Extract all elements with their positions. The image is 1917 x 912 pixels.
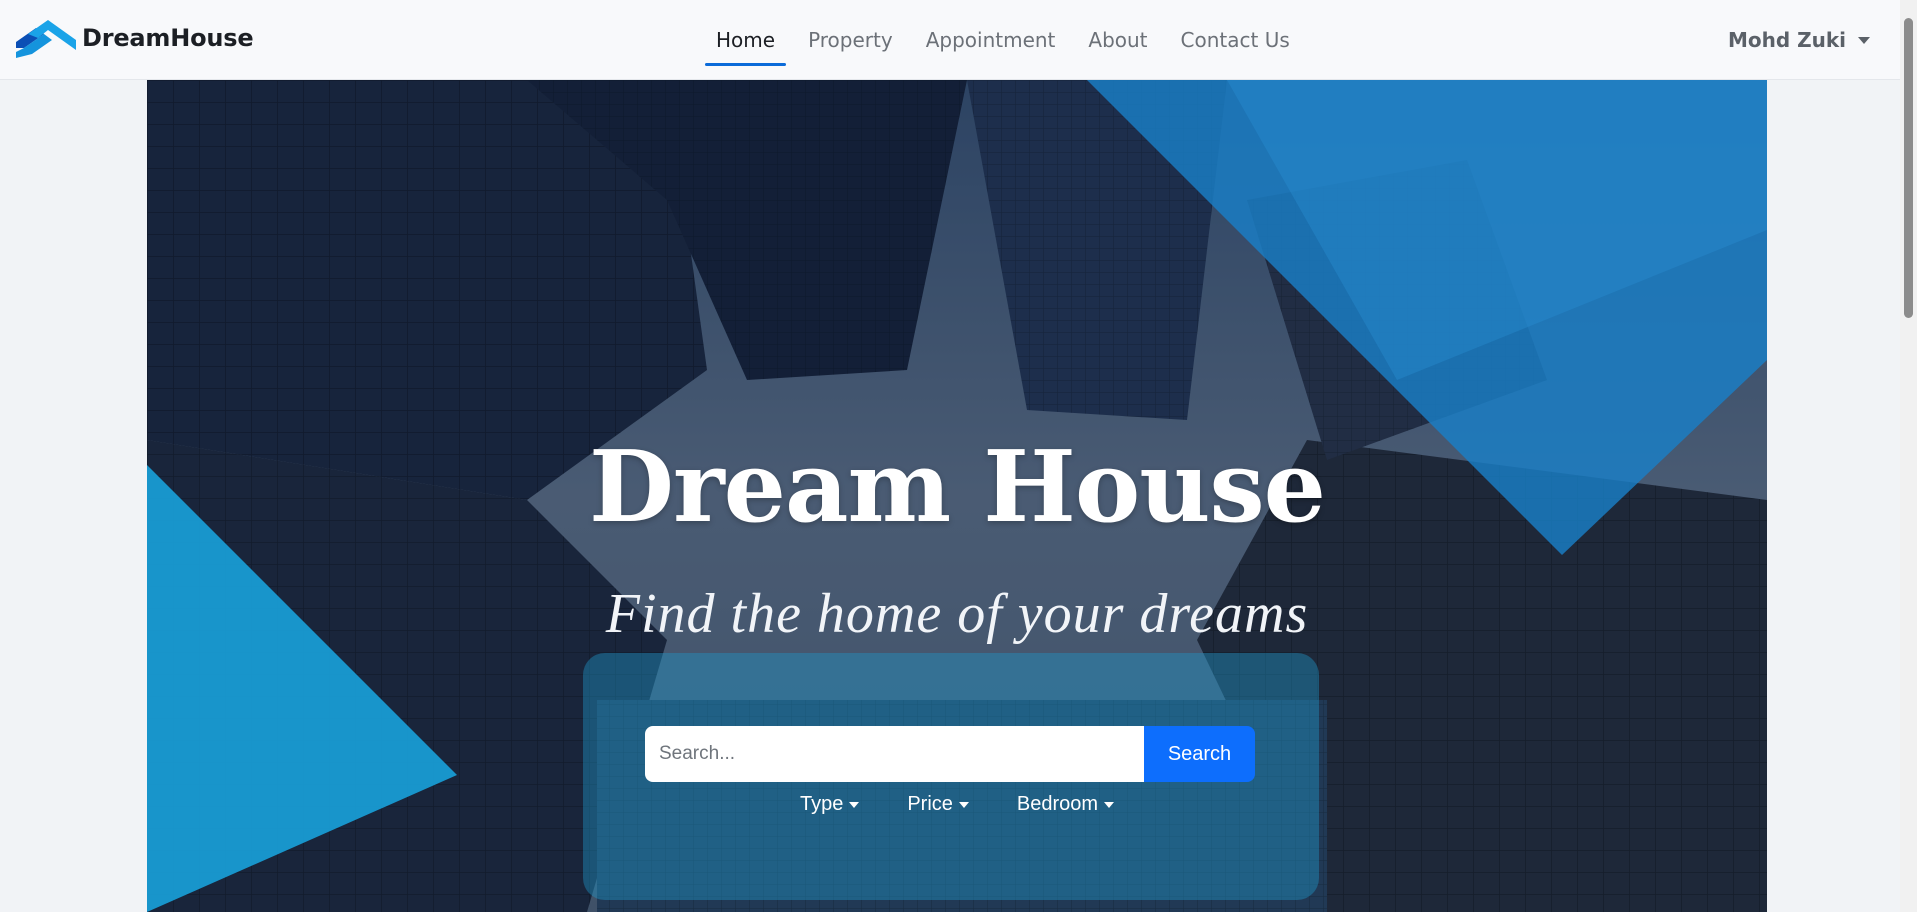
scrollbar-thumb[interactable] (1904, 18, 1913, 318)
top-navbar: DreamHouse Home Property Appointment Abo… (0, 0, 1900, 80)
page-scrollbar[interactable] (1900, 0, 1917, 912)
search-bar: Search (645, 726, 1255, 782)
chevron-down-icon (1858, 36, 1870, 44)
brand-name: DreamHouse (82, 24, 254, 52)
search-button[interactable]: Search (1144, 726, 1255, 782)
house-roof-logo-icon (16, 20, 76, 58)
nav-item-home[interactable]: Home (705, 0, 787, 80)
hero-title: Dream House (588, 430, 1326, 545)
filter-bedroom-label: Bedroom (1016, 793, 1099, 815)
filter-type-dropdown[interactable]: Type (799, 793, 860, 816)
search-panel: Search Type Price Bedroom (583, 653, 1319, 900)
user-menu-dropdown[interactable]: Mohd Zuki (1728, 0, 1870, 80)
caret-down-icon (849, 801, 860, 808)
filter-bedroom-dropdown[interactable]: Bedroom (1016, 793, 1115, 816)
brand-link[interactable]: DreamHouse (16, 18, 254, 58)
caret-down-icon (958, 801, 969, 808)
filter-price-dropdown[interactable]: Price (907, 793, 969, 816)
search-input[interactable] (645, 726, 1144, 782)
user-name: Mohd Zuki (1727, 28, 1846, 52)
hero-subtitle: Find the home of your dreams (605, 583, 1309, 645)
filter-price-label: Price (907, 793, 953, 815)
caret-down-icon (1104, 801, 1115, 808)
hero-banner: Dream House Find the home of your dreams… (147, 80, 1767, 912)
filter-type-label: Type (799, 793, 844, 815)
nav-item-about[interactable]: About (1077, 0, 1158, 80)
nav-item-appointment[interactable]: Appointment (915, 0, 1067, 80)
nav-item-property[interactable]: Property (797, 0, 904, 80)
nav-item-contact-us[interactable]: Contact Us (1170, 0, 1301, 80)
search-filters: Type Price Bedroom (583, 793, 1319, 816)
main-nav: Home Property Appointment About Contact … (705, 0, 1312, 80)
